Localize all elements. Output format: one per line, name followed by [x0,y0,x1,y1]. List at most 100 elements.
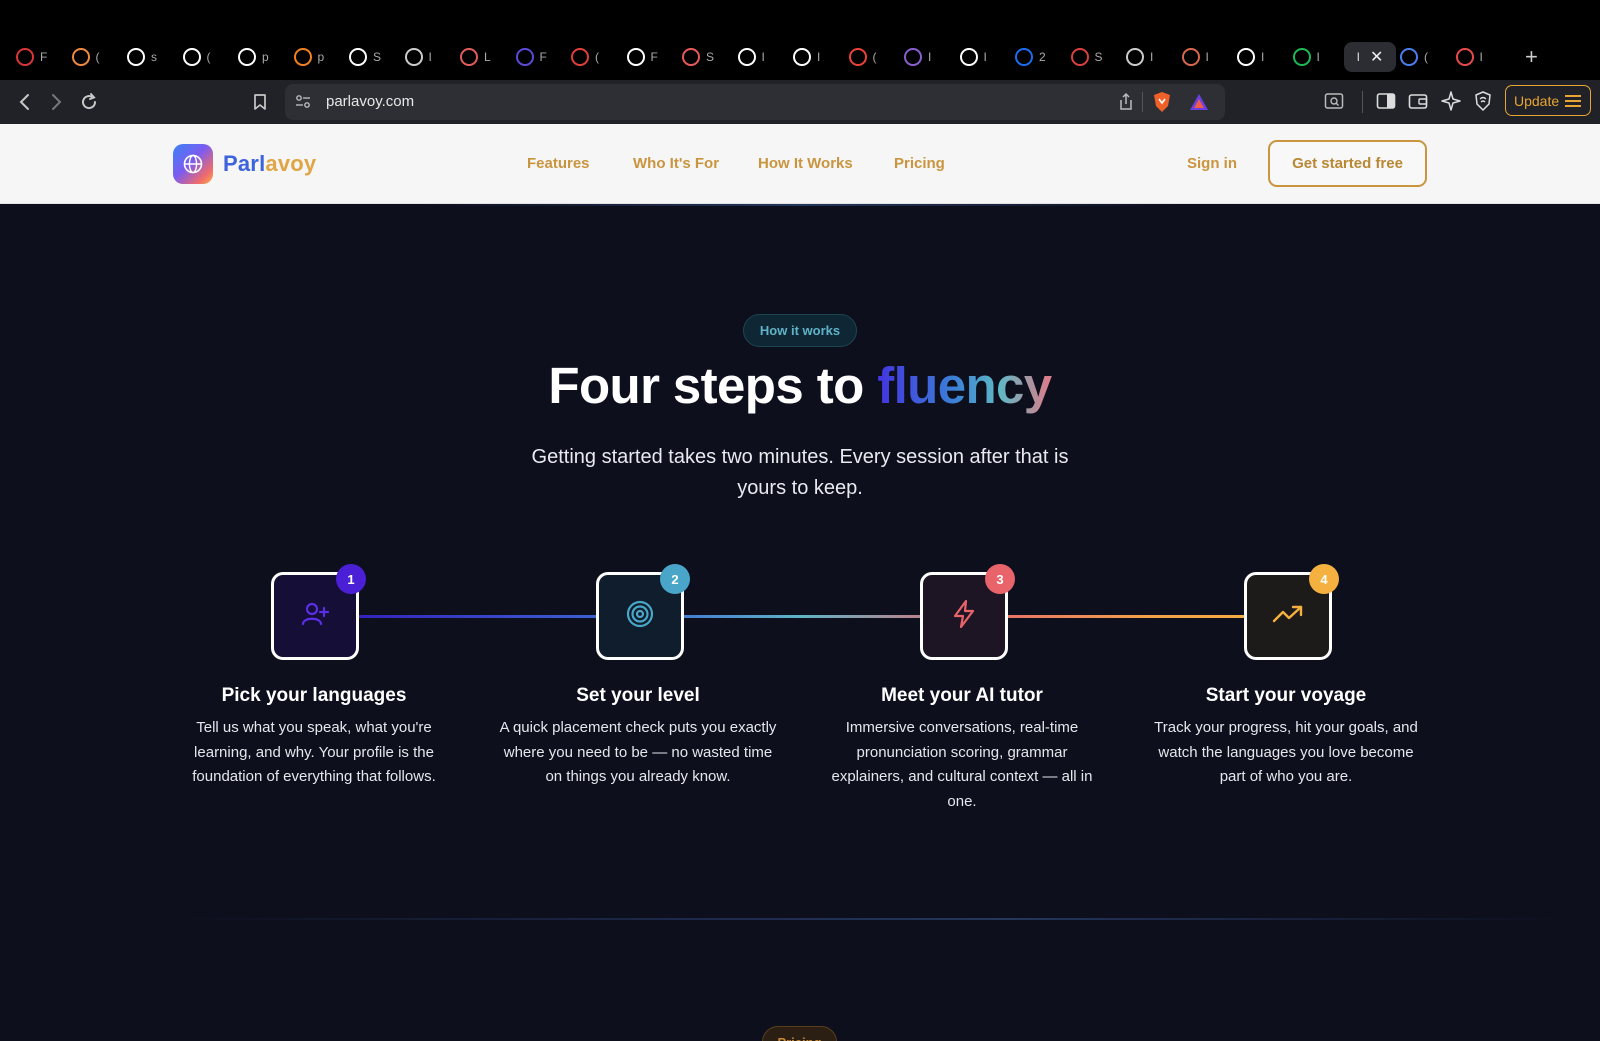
forward-icon[interactable] [43,89,69,115]
brave-rewards-icon[interactable] [1189,92,1209,117]
step-1-badge: 1 [336,564,366,594]
browser-tab[interactable]: I [789,42,845,72]
square-app-icon [349,48,367,66]
browser-tab[interactable]: ( [68,42,124,72]
step-3-title: Meet your AI tutor [881,685,1043,706]
tab-title: I [428,50,432,64]
step-4-description: Track your progress, hit your goals, and… [1154,719,1418,785]
url-divider [1142,92,1143,112]
p-icon [1455,48,1474,66]
wix-icon [737,48,756,66]
browser-tab[interactable]: S [1067,42,1123,72]
browser-tab[interactable]: I [1289,42,1345,72]
github-icon [182,48,201,66]
nav-link-pricing[interactable]: Pricing [894,155,945,172]
tab-title: I [1150,50,1154,64]
browser-tab-active[interactable]: I ✕ [1344,42,1396,72]
nav-link-features[interactable]: Features [527,155,590,172]
wix-square-icon [959,48,978,66]
tab-title: ( [206,50,211,64]
browser-tab[interactable]: L [456,42,512,72]
steps-connector-line [312,615,1289,618]
browser-tab[interactable]: I [956,42,1012,72]
browser-tab[interactable]: p [290,42,346,72]
pricing-eyebrow-pill: Pricing [762,1026,837,1041]
tab-title: S [373,50,382,64]
browser-tab[interactable]: I [900,42,956,72]
browser-tab[interactable]: ( [179,42,235,72]
leo-ai-icon[interactable] [1441,90,1461,117]
step-2-title: Set your level [576,685,700,706]
translate-icon [1400,48,1418,66]
target-rings-icon [624,598,656,635]
browser-tab[interactable]: p [234,42,290,72]
section-divider-bottom [180,918,1560,920]
menu-icon [1565,94,1582,107]
browser-tab[interactable]: I [401,42,457,72]
browser-tab[interactable]: ( [567,42,623,72]
step-3-badge: 3 [985,564,1015,594]
sidebar-icon[interactable] [1376,91,1396,116]
close-tab-icon[interactable]: ✕ [1370,47,1383,67]
image-icon [460,48,478,66]
brand-name[interactable]: Parlavoy [223,151,316,177]
disc-icon [626,48,645,66]
browser-tab[interactable]: F [512,42,568,72]
trending-up-icon [1272,602,1304,631]
tab-title: I [928,50,932,64]
browser-tab[interactable]: 2 [1011,42,1067,72]
address-bar[interactable]: parlavoy.com [285,84,1225,120]
share-icon[interactable] [1118,92,1134,116]
globe-icon [1126,48,1144,66]
tab-title: ( [872,50,877,64]
browser-tab[interactable]: I [734,42,790,72]
tab-title: s [151,50,157,64]
tab-title: F [650,50,658,64]
section-headline: Four steps to fluency [0,356,1600,415]
lightning-icon [950,598,978,635]
tab-title: ( [1424,50,1428,64]
browser-tab[interactable]: I [1178,42,1234,72]
parlavoy-logo-icon[interactable] [173,144,213,184]
nav-link-how-it-works[interactable]: How It Works [758,155,853,172]
back-icon[interactable] [12,89,38,115]
update-label: Update [1514,92,1560,109]
headline-plain: Four steps to [548,357,878,414]
wallet-icon[interactable] [1408,91,1428,116]
browser-tab[interactable]: I [1122,42,1178,72]
tab-title: p [317,50,325,64]
how-it-works-section: How it works Four steps to fluency Getti… [0,204,1600,1041]
browser-tab[interactable]: I [1233,42,1289,72]
tab-list: F(s(p p S I L F(F S I I(I I 2 S I I I I I ✕(I + [12,42,1538,72]
target-icon [571,48,589,66]
reload-icon[interactable] [76,89,102,115]
red-stack-icon [16,48,34,66]
brave-shields-icon[interactable] [1152,91,1172,118]
browser-tab[interactable]: ( [1396,42,1452,72]
site-settings-icon[interactable] [295,94,311,115]
step-2-description: A quick placement check puts you exactly… [499,719,777,785]
browser-tab[interactable]: S [345,42,401,72]
tab-title: S [706,50,715,64]
zillow-icon [1015,48,1033,66]
new-tab-button[interactable]: + [1525,44,1538,70]
tab-title: ( [95,50,100,64]
browser-tab[interactable]: F [12,42,68,72]
vpn-shield-icon[interactable] [1474,90,1492,117]
browser-tab[interactable]: S [678,42,734,72]
section-eyebrow-pill: How it works [743,314,857,347]
browser-tab[interactable]: s [123,42,179,72]
nav-link-who-its-for[interactable]: Who It's For [633,155,719,172]
update-button[interactable]: Update [1505,85,1591,116]
reader-mode-icon[interactable] [1324,91,1344,116]
site-header: Parlavoy Features Who It's For How It Wo… [0,124,1600,204]
get-started-button[interactable]: Get started free [1268,140,1427,187]
browser-tab[interactable]: I [1452,42,1508,72]
disc-icon [127,48,145,66]
bookmark-icon[interactable] [247,89,273,115]
sign-in-link[interactable]: Sign in [1187,155,1237,172]
u-icon [793,48,811,66]
browser-tab[interactable]: ( [845,42,901,72]
headline-accent: fluency [877,357,1052,414]
browser-tab[interactable]: F [623,42,679,72]
